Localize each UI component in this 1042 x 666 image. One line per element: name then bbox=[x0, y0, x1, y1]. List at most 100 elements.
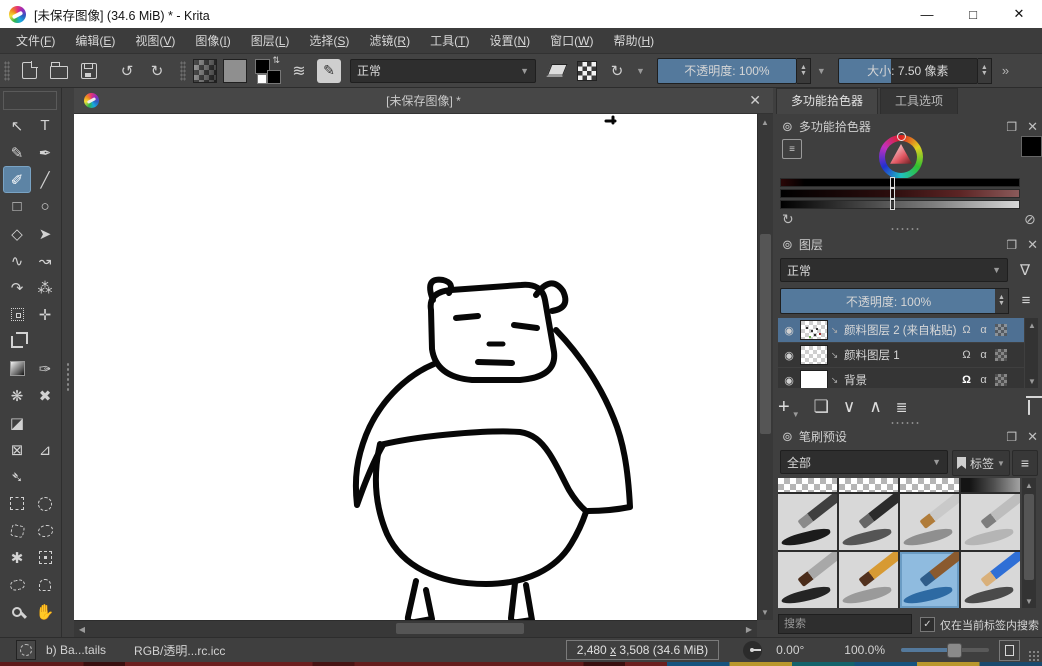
layer-row[interactable]: ◉↘颜料图层 2 (来自粘贴)Ωα bbox=[778, 318, 1024, 342]
slider-marker[interactable] bbox=[890, 188, 895, 199]
pattern-chooser-swatch[interactable] bbox=[223, 59, 247, 83]
canvas-horizontal-scrollbar[interactable]: ◀ ▶ bbox=[74, 620, 757, 637]
layer-blending-mode-dropdown[interactable]: 正常 ▼ bbox=[780, 258, 1008, 282]
close-docker-icon[interactable]: ✕ bbox=[1027, 119, 1038, 135]
toolbar-overflow-chevron[interactable]: » bbox=[1002, 63, 1009, 78]
transform-tool[interactable] bbox=[3, 301, 31, 328]
no-color-icon[interactable]: ⊘ bbox=[1024, 211, 1036, 228]
layer-list-scrollbar[interactable]: ▲ ▼ bbox=[1025, 318, 1038, 388]
layer-visibility-eye-icon[interactable]: ◉ bbox=[778, 374, 800, 387]
menu-文件[interactable]: 文件(F) bbox=[6, 28, 65, 54]
document-title-bar[interactable]: [未保存图像] * ✕ bbox=[74, 88, 773, 114]
vertical-scroll-thumb[interactable] bbox=[760, 234, 771, 434]
crop-tool[interactable] bbox=[3, 328, 31, 355]
smart-patch-tool[interactable]: ✖ bbox=[31, 382, 59, 409]
slider-marker[interactable] bbox=[890, 177, 895, 188]
menu-工具[interactable]: 工具(T) bbox=[420, 28, 479, 54]
rotation-dial-icon[interactable] bbox=[743, 641, 762, 660]
layer-inherit-alpha-icon[interactable] bbox=[995, 324, 1007, 336]
color-slider-hue[interactable] bbox=[780, 178, 1020, 187]
close-docker-icon[interactable]: ✕ bbox=[1027, 429, 1038, 445]
preset-display-menu-icon[interactable]: ≡ bbox=[1012, 450, 1038, 476]
layer-filter-funnel-icon[interactable]: ∇ bbox=[1012, 258, 1038, 282]
dock-tab-多功能拾色器[interactable]: 多功能拾色器 bbox=[776, 88, 878, 114]
rectangular-selection-tool[interactable] bbox=[3, 490, 31, 517]
line-tool[interactable]: ╱ bbox=[31, 166, 59, 193]
layer-visibility-eye-icon[interactable]: ◉ bbox=[778, 324, 800, 337]
layer-lock-icon[interactable]: Ω bbox=[958, 374, 975, 386]
layer-row[interactable]: ◉↘颜料图层 1Ωα bbox=[778, 343, 1024, 367]
ink-pen-black-preset[interactable] bbox=[839, 494, 898, 550]
toolbar-grip[interactable] bbox=[4, 61, 10, 81]
paintbrush-dark-preset[interactable] bbox=[778, 552, 837, 608]
opacity-slider[interactable]: 不透明度: 100% bbox=[657, 58, 797, 84]
zoom-tool[interactable] bbox=[3, 598, 31, 625]
select-shapes-tool[interactable]: ↖ bbox=[3, 112, 31, 139]
foreground-background-color-selector[interactable]: ⇅ bbox=[254, 58, 280, 84]
brush-scroll-thumb[interactable] bbox=[1024, 494, 1034, 580]
ellipse-tool[interactable]: ○ bbox=[31, 193, 59, 220]
menu-图层[interactable]: 图层(L) bbox=[241, 28, 300, 54]
scroll-right-icon[interactable]: ▶ bbox=[742, 622, 756, 636]
contiguous-selection-tool[interactable]: ✱ bbox=[3, 544, 31, 571]
edit-shapes-tool[interactable]: ✎ bbox=[3, 139, 31, 166]
float-docker-icon[interactable]: ❐ bbox=[1006, 120, 1017, 134]
airbrush-preset[interactable] bbox=[961, 478, 1020, 492]
chevron-down-icon[interactable]: ▼ bbox=[817, 66, 826, 76]
horizontal-scroll-thumb[interactable] bbox=[396, 623, 524, 634]
color-slider-saturation[interactable] bbox=[780, 189, 1020, 198]
size-spinner[interactable]: ▲▼ bbox=[978, 58, 992, 84]
eraser-small-preset[interactable] bbox=[900, 478, 959, 492]
menu-视图[interactable]: 视图(V) bbox=[125, 28, 185, 54]
scroll-down-icon[interactable]: ▼ bbox=[758, 605, 772, 619]
undo-button[interactable]: ↺ bbox=[114, 58, 140, 84]
eraser-soft-preset[interactable] bbox=[778, 478, 837, 492]
move-tool[interactable]: ✛ bbox=[31, 301, 59, 328]
canvas-only-mode-button[interactable] bbox=[999, 640, 1020, 661]
canvas[interactable] bbox=[74, 114, 757, 620]
gradient-chooser-swatch[interactable] bbox=[193, 59, 217, 83]
polyline-tool[interactable]: ➤ bbox=[31, 220, 59, 247]
float-docker-icon[interactable]: ❐ bbox=[1006, 430, 1017, 444]
layer-lock-icon[interactable]: Ω bbox=[958, 349, 975, 361]
similar-color-selection-tool[interactable] bbox=[31, 544, 59, 571]
scroll-up-icon[interactable]: ▲ bbox=[758, 115, 772, 129]
layer-thumbnail[interactable] bbox=[800, 345, 828, 365]
brush-panel-header[interactable]: ⊚ 笔刷预设 ❐ ✕ bbox=[782, 428, 1038, 445]
layer-alpha-lock-icon[interactable]: α bbox=[975, 349, 992, 361]
bezier-selection-tool[interactable] bbox=[3, 571, 31, 598]
selection-mode-icon[interactable] bbox=[16, 640, 36, 660]
polygonal-selection-tool[interactable] bbox=[3, 517, 31, 544]
magnetic-selection-tool[interactable] bbox=[31, 571, 59, 598]
save-button[interactable] bbox=[76, 58, 102, 84]
menu-选择[interactable]: 选择(S) bbox=[299, 28, 359, 54]
menu-窗口[interactable]: 窗口(W) bbox=[540, 28, 603, 54]
color-selector-settings-button[interactable]: ≡ bbox=[782, 139, 802, 159]
preset-filter-dropdown[interactable]: 全部 ▼ bbox=[780, 450, 948, 474]
blending-mode-dropdown[interactable]: 正常 ▼ bbox=[350, 59, 536, 83]
search-scope-checkbox[interactable]: ✓ bbox=[920, 617, 935, 632]
choose-brush-option-button[interactable]: ≋ bbox=[286, 58, 312, 84]
fineliner-silver-preset[interactable] bbox=[900, 494, 959, 550]
color-slider-value[interactable] bbox=[780, 200, 1020, 209]
current-color-swatch[interactable] bbox=[1021, 136, 1042, 157]
edit-brush-settings-button[interactable]: ✎ bbox=[316, 58, 342, 84]
image-dimensions[interactable]: 2,480 x 3,508 (34.6 MiB) bbox=[566, 640, 719, 660]
dynamic-brush-tool[interactable]: ↷ bbox=[3, 274, 31, 301]
menu-图像[interactable]: 图像(I) bbox=[185, 28, 240, 54]
reload-original-preset-button[interactable]: ↻ bbox=[604, 58, 630, 84]
paintbrush-orange-preset[interactable] bbox=[839, 552, 898, 608]
redo-button[interactable]: ↻ bbox=[144, 58, 170, 84]
menu-帮助[interactable]: 帮助(H) bbox=[603, 28, 664, 54]
bezier-curve-tool[interactable]: ∿ bbox=[3, 247, 31, 274]
toolbox-drag-handle[interactable] bbox=[66, 362, 70, 392]
opacity-spinner[interactable]: ▲▼ bbox=[797, 58, 811, 84]
layer-inherit-alpha-icon[interactable] bbox=[995, 349, 1007, 361]
minimize-button[interactable]: — bbox=[904, 0, 950, 28]
gradient-tool[interactable] bbox=[3, 355, 31, 382]
brush-search-input[interactable] bbox=[778, 614, 912, 634]
pan-tool[interactable]: ✋ bbox=[31, 598, 59, 625]
scroll-up-icon[interactable]: ▲ bbox=[1025, 318, 1039, 332]
layer-thumbnail[interactable] bbox=[800, 320, 828, 340]
menu-设置[interactable]: 设置(N) bbox=[479, 28, 540, 54]
